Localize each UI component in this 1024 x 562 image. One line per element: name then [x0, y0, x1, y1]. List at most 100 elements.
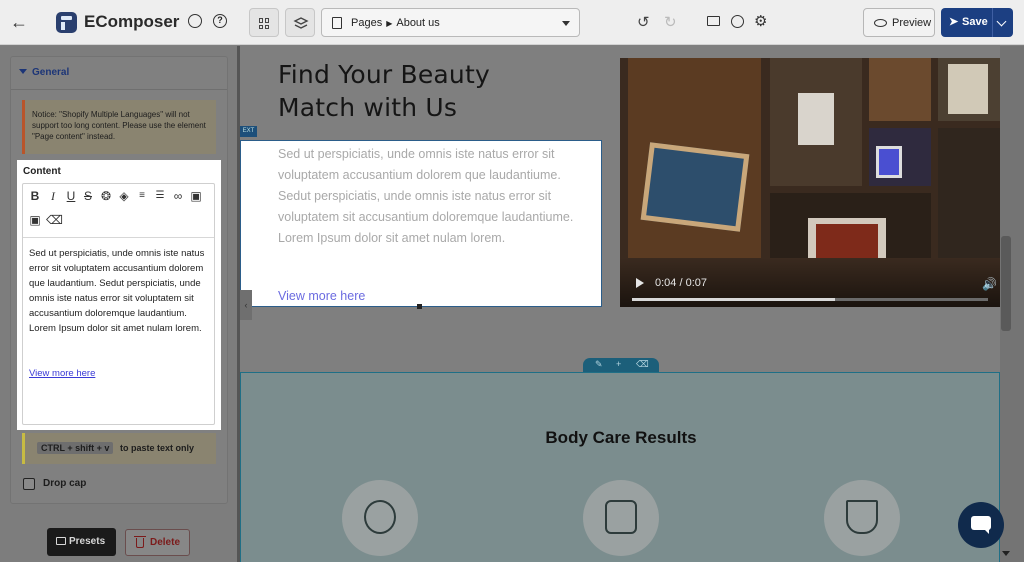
- video-frame-photo: [876, 146, 902, 178]
- page-selector[interactable]: Pages ▶ About us: [321, 8, 580, 37]
- canvas-scrollbar[interactable]: [1000, 46, 1024, 562]
- shortcut-keys: CTRL + shift + v: [37, 442, 114, 454]
- delete-button[interactable]: Delete: [125, 529, 190, 556]
- volume-icon[interactable]: 🔊: [982, 277, 997, 291]
- shortcut-text: to paste text only: [120, 443, 195, 453]
- general-title: General: [32, 67, 70, 78]
- video-time: 0:04 / 0:07: [655, 277, 707, 289]
- save-options-chevron-icon[interactable]: [996, 16, 1007, 27]
- section-title[interactable]: Body Care Results: [241, 428, 1000, 448]
- element-type-tag: EXT: [240, 126, 257, 137]
- chevron-down-icon: [562, 21, 570, 26]
- breadcrumb: Pages ▶ About us: [351, 17, 440, 29]
- italic-icon[interactable]: I: [46, 189, 60, 203]
- image-icon[interactable]: ▣: [189, 189, 203, 203]
- editor-toolbar: B I U S ❂ ◈ ≡ ☰ ∞ ▣ ▣ ⌫: [23, 184, 214, 238]
- page-canvas: Find Your Beauty Match with Us EXT Sed u…: [240, 46, 1000, 562]
- feature-plant-pot-icon: [824, 480, 900, 556]
- collapse-handle-icon[interactable]: ‹: [240, 290, 252, 320]
- video-progress-fill: [632, 298, 835, 301]
- delete-trash-icon[interactable]: ⌫: [636, 359, 649, 370]
- top-toolbar: ← EComposer ? Pages ▶ About us ↺ ↻ ⚙ Previ…: [0, 0, 1024, 45]
- ecomposer-logo-icon: [56, 12, 77, 33]
- notice-box: Notice: "Shopify Multiple Languages" wil…: [22, 100, 216, 154]
- bullet-list-icon[interactable]: ☰: [153, 189, 167, 203]
- paste-hint: CTRL + shift + v to paste text only: [22, 433, 216, 464]
- trash-icon: [134, 536, 146, 548]
- page-heading[interactable]: Find Your Beauty Match with Us: [278, 58, 490, 124]
- brand-name: EComposer: [84, 12, 180, 31]
- underline-icon[interactable]: U: [64, 189, 78, 203]
- chat-icon: [971, 516, 991, 534]
- video-frame-photo: [798, 93, 834, 145]
- eraser-icon[interactable]: ⌫: [46, 213, 63, 227]
- elements-grid-button[interactable]: [249, 8, 279, 37]
- folder-icon: [56, 537, 66, 545]
- eye-icon: [874, 19, 887, 27]
- drop-cap-checkbox[interactable]: [23, 478, 35, 490]
- text-element-link[interactable]: View more here: [278, 289, 365, 303]
- selected-text-element[interactable]: Sed ut perspiciatis, unde omnis iste nat…: [240, 140, 602, 307]
- link-icon[interactable]: ∞: [171, 189, 185, 203]
- undo-icon[interactable]: ↺: [637, 13, 650, 31]
- add-plus-icon[interactable]: +: [616, 359, 621, 369]
- history-icon[interactable]: [188, 14, 202, 28]
- content-label: Content: [23, 166, 61, 177]
- page-icon: [332, 17, 342, 29]
- clock-icon[interactable]: [731, 15, 744, 28]
- editor-text[interactable]: Sed ut perspiciatis, unde omnis iste nat…: [29, 246, 212, 336]
- drop-cap-label: Drop cap: [43, 478, 87, 489]
- layers-icon: [293, 17, 309, 29]
- caret-down-icon: [19, 69, 27, 74]
- help-icon[interactable]: ?: [213, 14, 227, 28]
- edit-pencil-icon[interactable]: ✎: [595, 359, 603, 370]
- fill-color-icon[interactable]: ◈: [117, 189, 131, 203]
- desktop-view-icon[interactable]: [707, 16, 720, 26]
- video-player[interactable]: 0:04 / 0:07 🔊: [620, 58, 1000, 307]
- gear-icon[interactable]: ⚙: [754, 12, 767, 30]
- video-frame-tile: [869, 58, 931, 121]
- preview-button[interactable]: Preview: [863, 8, 935, 37]
- feature-leaf-icon: [342, 480, 418, 556]
- ordered-list-icon[interactable]: ≡: [135, 189, 149, 203]
- grid-icon: [259, 18, 270, 29]
- chat-support-button[interactable]: [958, 502, 1004, 548]
- video-frame-photo: [816, 224, 878, 258]
- preview-label: Preview: [892, 17, 932, 29]
- breadcrumb-root: Pages: [351, 17, 383, 29]
- presets-button[interactable]: Presets: [47, 528, 116, 556]
- breadcrumb-separator-icon: ▶: [386, 19, 393, 28]
- palette-icon[interactable]: ❂: [99, 189, 113, 203]
- play-icon[interactable]: [636, 278, 644, 288]
- layers-button[interactable]: [285, 8, 315, 37]
- divider: [11, 89, 227, 90]
- presets-label: Presets: [69, 536, 106, 547]
- breadcrumb-current: About us: [396, 17, 440, 29]
- video-frame-photo: [948, 64, 988, 114]
- feature-hands-leaf-icon: [583, 480, 659, 556]
- video-icon[interactable]: ▣: [28, 213, 42, 227]
- strikethrough-icon[interactable]: S: [81, 189, 95, 203]
- save-divider: [992, 8, 993, 37]
- text-element-body[interactable]: Sed ut perspiciatis, unde omnis iste nat…: [278, 144, 594, 249]
- body-care-section[interactable]: Body Care Results: [240, 372, 1000, 562]
- redo-icon[interactable]: ↻: [664, 13, 677, 31]
- video-frame-photo: [640, 142, 750, 232]
- rich-text-editor[interactable]: B I U S ❂ ◈ ≡ ☰ ∞ ▣ ▣ ⌫ Sed ut perspicia…: [22, 183, 215, 425]
- general-section-toggle[interactable]: General: [19, 67, 69, 78]
- video-frame-tile: [938, 128, 1000, 258]
- bold-icon[interactable]: B: [28, 189, 42, 203]
- scrollbar-thumb[interactable]: [1001, 236, 1011, 331]
- content-panel: Content B I U S ❂ ◈ ≡ ☰ ∞ ▣ ▣ ⌫ Sed ut p…: [17, 160, 221, 430]
- back-arrow-icon[interactable]: ←: [10, 12, 28, 33]
- scroll-down-arrow-icon[interactable]: [1002, 551, 1010, 556]
- save-button[interactable]: ➤ Save: [941, 8, 1013, 37]
- save-label: Save: [962, 16, 988, 28]
- resize-handle[interactable]: [417, 304, 422, 309]
- section-toolbar: ✎ + ⌫: [583, 358, 659, 372]
- video-progress-bar[interactable]: [632, 298, 988, 301]
- video-controls: 0:04 / 0:07 🔊: [620, 258, 1000, 307]
- editor-link[interactable]: View more here: [29, 368, 95, 379]
- delete-label: Delete: [150, 537, 181, 548]
- send-icon: ➤: [949, 16, 959, 28]
